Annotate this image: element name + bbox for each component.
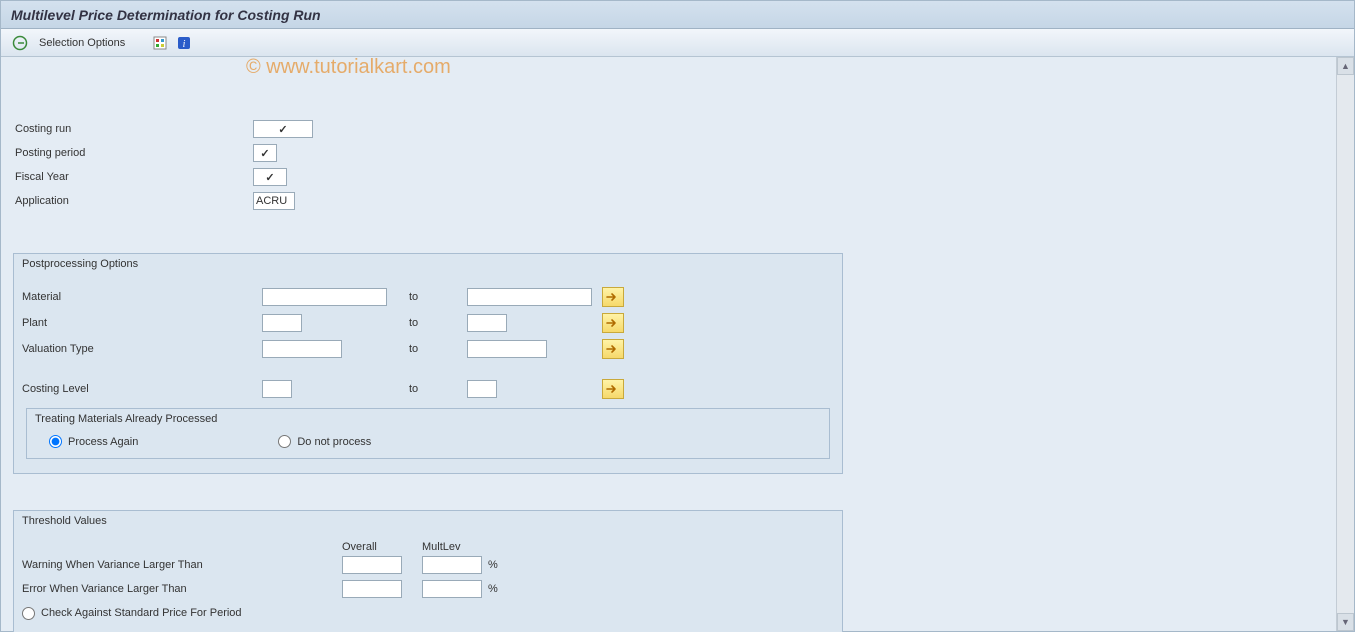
label-posting-period: Posting period xyxy=(13,147,253,159)
required-indicator-icon xyxy=(260,147,269,160)
input-valuation-from[interactable] xyxy=(262,340,342,358)
page-title: Multilevel Price Determination for Costi… xyxy=(11,7,321,23)
multi-select-button-costlevel[interactable] xyxy=(602,379,624,399)
radio-do-not-process-label: Do not process xyxy=(297,436,371,448)
input-material-from[interactable] xyxy=(262,288,387,306)
input-posting-period[interactable] xyxy=(253,144,277,162)
group-threshold: Threshold Values Overall MultLev Warning… xyxy=(13,510,843,632)
range-row-costing-level: Costing Level to xyxy=(22,376,834,402)
multi-select-button-valuation[interactable] xyxy=(602,339,624,359)
group-treating-materials: Treating Materials Already Processed Pro… xyxy=(26,408,830,459)
input-material-to[interactable] xyxy=(467,288,592,306)
input-costlevel-from[interactable] xyxy=(262,380,292,398)
group-threshold-title: Threshold Values xyxy=(14,511,842,531)
col-multlev-label: MultLev xyxy=(422,541,502,553)
field-row-posting-period: Posting period xyxy=(13,141,1342,165)
radio-check-std-price-label: Check Against Standard Price For Period xyxy=(41,607,242,619)
label-costing-run: Costing run xyxy=(13,123,253,135)
input-fiscal-year[interactable] xyxy=(253,168,287,186)
group-threshold-body: Overall MultLev Warning When Variance La… xyxy=(14,531,842,632)
col-overall-label: Overall xyxy=(342,541,422,553)
group-postprocessing: Postprocessing Options Material to Plant… xyxy=(13,253,843,474)
input-error-overall[interactable] xyxy=(342,580,402,598)
required-indicator-icon xyxy=(265,171,274,184)
label-to: to xyxy=(387,291,467,303)
label-fiscal-year: Fiscal Year xyxy=(13,171,253,183)
pct-sign: % xyxy=(488,559,498,571)
app-window: Multilevel Price Determination for Costi… xyxy=(0,0,1355,632)
label-to: to xyxy=(387,343,467,355)
radio-do-not-process[interactable]: Do not process xyxy=(278,435,371,448)
field-row-application: Application ACRU xyxy=(13,189,1342,213)
range-row-material: Material to xyxy=(22,284,834,310)
radio-do-not-process-input[interactable] xyxy=(278,435,291,448)
input-valuation-to[interactable] xyxy=(467,340,547,358)
input-plant-to[interactable] xyxy=(467,314,507,332)
label-valuation-type: Valuation Type xyxy=(22,343,262,355)
label-costing-level: Costing Level xyxy=(22,383,262,395)
label-error-variance: Error When Variance Larger Than xyxy=(22,583,342,595)
group-postprocessing-title: Postprocessing Options xyxy=(14,254,842,274)
radio-process-again-input[interactable] xyxy=(49,435,62,448)
threshold-header-row: Overall MultLev xyxy=(22,541,834,553)
threshold-row-warning: Warning When Variance Larger Than % xyxy=(22,553,834,577)
multi-select-button-plant[interactable] xyxy=(602,313,624,333)
threshold-row-error: Error When Variance Larger Than % xyxy=(22,577,834,601)
input-warning-multlev[interactable] xyxy=(422,556,482,574)
radio-check-std-price[interactable]: Check Against Standard Price For Period xyxy=(22,607,242,620)
multi-select-button-material[interactable] xyxy=(602,287,624,307)
window-titlebar: Multilevel Price Determination for Costi… xyxy=(1,1,1354,29)
field-row-fiscal-year: Fiscal Year xyxy=(13,165,1342,189)
label-plant: Plant xyxy=(22,317,262,329)
variant-icon[interactable] xyxy=(151,34,169,52)
input-warning-overall[interactable] xyxy=(342,556,402,574)
app-toolbar: Selection Options i xyxy=(1,29,1354,57)
input-application: ACRU xyxy=(253,192,295,210)
radio-check-std-price-input[interactable] xyxy=(22,607,35,620)
input-costlevel-to[interactable] xyxy=(467,380,497,398)
application-value: ACRU xyxy=(256,195,287,207)
radio-process-again-label: Process Again xyxy=(68,436,138,448)
input-costing-run[interactable] xyxy=(253,120,313,138)
scroll-down-icon[interactable]: ▼ xyxy=(1337,613,1354,631)
vertical-scrollbar[interactable]: ▲ ▼ xyxy=(1336,57,1354,631)
label-to: to xyxy=(387,383,467,395)
label-application: Application xyxy=(13,195,253,207)
scroll-up-icon[interactable]: ▲ xyxy=(1337,57,1354,75)
execute-icon[interactable] xyxy=(11,34,29,52)
scroll-track[interactable] xyxy=(1337,75,1354,613)
label-material: Material xyxy=(22,291,262,303)
svg-text:i: i xyxy=(183,39,186,50)
label-warning-variance: Warning When Variance Larger Than xyxy=(22,559,342,571)
radio-process-again[interactable]: Process Again xyxy=(49,435,138,448)
input-plant-from[interactable] xyxy=(262,314,302,332)
range-row-valuation-type: Valuation Type to xyxy=(22,336,834,362)
label-to: to xyxy=(387,317,467,329)
range-row-plant: Plant to xyxy=(22,310,834,336)
threshold-row-check-std-price: Check Against Standard Price For Period xyxy=(22,601,834,625)
input-error-multlev[interactable] xyxy=(422,580,482,598)
pct-sign: % xyxy=(488,583,498,595)
selection-options-button[interactable]: Selection Options xyxy=(39,37,125,49)
group-treating-materials-title: Treating Materials Already Processed xyxy=(27,409,829,429)
field-row-costing-run: Costing run xyxy=(13,117,1342,141)
info-icon[interactable]: i xyxy=(175,34,193,52)
form-content: Costing run Posting period Fiscal Year A… xyxy=(1,57,1354,632)
group-postprocessing-body: Material to Plant to xyxy=(14,274,842,473)
required-indicator-icon xyxy=(278,123,287,136)
